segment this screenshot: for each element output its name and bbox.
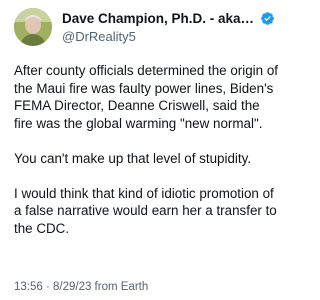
tweet-card: Dave Champion, Ph.D. - aka D... @DrReali… bbox=[0, 0, 288, 300]
tweet-text: After county officials determined the or… bbox=[14, 62, 280, 255]
author-display-name[interactable]: Dave Champion, Ph.D. - aka D... bbox=[62, 11, 257, 26]
avatar[interactable] bbox=[14, 8, 52, 46]
tweet-paragraph: After county officials determined the or… bbox=[14, 63, 278, 131]
tweet-paragraph: You can't make up that level of stupidit… bbox=[14, 150, 252, 166]
tweet-timestamp[interactable]: 13:56 · 8/29/23 from Earth bbox=[14, 281, 148, 293]
verified-badge-icon bbox=[261, 11, 274, 25]
author-names: Dave Champion, Ph.D. - aka D... @DrReali… bbox=[62, 9, 284, 45]
tweet-paragraph: I would think that kind of idiotic promo… bbox=[14, 185, 277, 236]
name-row: Dave Champion, Ph.D. - aka D... bbox=[62, 9, 284, 27]
avatar-image bbox=[14, 8, 52, 46]
tweet-header: Dave Champion, Ph.D. - aka D... @DrReali… bbox=[14, 8, 284, 48]
author-handle[interactable]: @DrReality5 bbox=[62, 29, 284, 45]
